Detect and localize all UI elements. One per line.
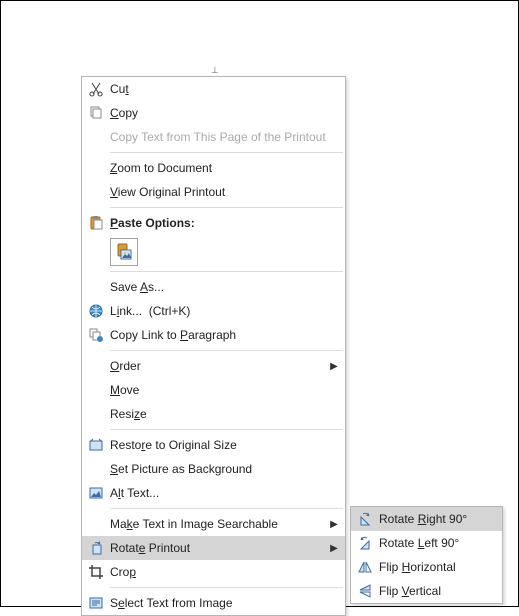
- submenu-item-rotate-left[interactable]: Rotate Left 90°: [351, 531, 502, 555]
- menu-item-label: Alt Text...: [110, 486, 341, 500]
- paste-options-row: [82, 235, 345, 268]
- menu-item-label: Order: [110, 359, 327, 373]
- rotate-submenu: Rotate Right 90° Rotate Left 90° Flip Ho…: [350, 506, 503, 604]
- menu-item-link[interactable]: Link... (Ctrl+K): [82, 299, 345, 323]
- separator: [110, 429, 343, 430]
- crop-icon: [82, 564, 110, 580]
- menu-item-crop[interactable]: Crop: [82, 560, 345, 584]
- menu-item-copy-text-from-page: Copy Text from This Page of the Printout: [82, 125, 345, 149]
- menu-item-move[interactable]: Move: [82, 378, 345, 402]
- menu-item-alt-text[interactable]: Alt Text...: [82, 481, 345, 505]
- menu-item-label: Rotate Left 90°: [379, 536, 498, 550]
- menu-item-label: Move: [110, 383, 341, 397]
- resize-handle-indicator: ⊥: [211, 65, 219, 76]
- separator: [110, 271, 343, 272]
- rotate-icon: [82, 540, 110, 556]
- menu-item-resize[interactable]: Resize: [82, 402, 345, 426]
- menu-item-label: View Original Printout: [110, 185, 341, 199]
- menu-item-copy-link-to-paragraph[interactable]: Copy Link to Paragraph: [82, 323, 345, 347]
- submenu-arrow-icon: ▶: [327, 519, 341, 530]
- submenu-item-flip-vertical[interactable]: Flip Vertical: [351, 579, 502, 603]
- separator: [110, 508, 343, 509]
- menu-item-label: Zoom to Document: [110, 161, 341, 175]
- menu-item-label: Set Picture as Background: [110, 462, 341, 476]
- flip-horizontal-icon: [351, 559, 379, 575]
- menu-item-label: Crop: [110, 565, 341, 579]
- menu-item-label: Copy Link to Paragraph: [110, 328, 341, 342]
- restore-size-icon: [82, 437, 110, 453]
- clipboard-icon: [82, 215, 110, 231]
- menu-item-set-picture-as-background[interactable]: Set Picture as Background: [82, 457, 345, 481]
- menu-item-paste-options: Paste Options:: [82, 211, 345, 235]
- menu-item-label: Make Text in Image Searchable: [110, 517, 327, 531]
- menu-item-zoom-to-document[interactable]: Zoom to Document: [82, 156, 345, 180]
- copy-icon: [82, 105, 110, 121]
- submenu-arrow-icon: ▶: [327, 361, 341, 372]
- rotate-left-icon: [351, 535, 379, 551]
- menu-item-label: Rotate Right 90°: [379, 512, 498, 526]
- menu-item-label: Save As...: [110, 280, 341, 294]
- menu-item-label: Rotate Printout: [110, 541, 327, 555]
- paste-option-picture[interactable]: [110, 238, 138, 266]
- separator: [110, 587, 343, 588]
- menu-item-rotate-printout[interactable]: Rotate Printout ▶: [82, 536, 345, 560]
- menu-item-cut[interactable]: Cut: [82, 77, 345, 101]
- menu-item-label: Cut: [110, 82, 341, 96]
- menu-item-label: Restore to Original Size: [110, 438, 341, 452]
- separator: [110, 350, 343, 351]
- hyperlink-icon: [82, 303, 110, 319]
- menu-item-copy[interactable]: Copy: [82, 101, 345, 125]
- select-text-icon: [82, 595, 110, 611]
- submenu-item-rotate-right[interactable]: Rotate Right 90°: [351, 507, 502, 531]
- copy-link-icon: [82, 327, 110, 343]
- submenu-arrow-icon: ▶: [327, 543, 341, 554]
- menu-item-label: Copy Text from This Page of the Printout: [110, 130, 341, 144]
- menu-item-select-text-from-image[interactable]: Select Text from Image: [82, 591, 345, 615]
- separator: [110, 207, 343, 208]
- rotate-right-icon: [351, 511, 379, 527]
- menu-item-view-original-printout[interactable]: View Original Printout: [82, 180, 345, 204]
- submenu-item-flip-horizontal[interactable]: Flip Horizontal: [351, 555, 502, 579]
- alt-text-icon: [82, 485, 110, 501]
- separator: [110, 152, 343, 153]
- menu-item-label: Flip Vertical: [379, 584, 498, 598]
- menu-item-order[interactable]: Order ▶: [82, 354, 345, 378]
- menu-item-label: Paste Options:: [110, 216, 341, 230]
- menu-item-label: Resize: [110, 407, 341, 421]
- menu-item-save-as[interactable]: Save As...: [82, 275, 345, 299]
- menu-item-label: Link... (Ctrl+K): [110, 304, 341, 318]
- cut-icon: [82, 81, 110, 97]
- menu-item-label: Copy: [110, 106, 341, 120]
- menu-item-make-text-searchable[interactable]: Make Text in Image Searchable ▶: [82, 512, 345, 536]
- context-menu: Cut Copy Copy Text from This Page of the…: [81, 76, 346, 616]
- menu-item-label: Flip Horizontal: [379, 560, 498, 574]
- menu-item-restore-original-size[interactable]: Restore to Original Size: [82, 433, 345, 457]
- menu-item-label: Select Text from Image: [110, 596, 341, 610]
- flip-vertical-icon: [351, 583, 379, 599]
